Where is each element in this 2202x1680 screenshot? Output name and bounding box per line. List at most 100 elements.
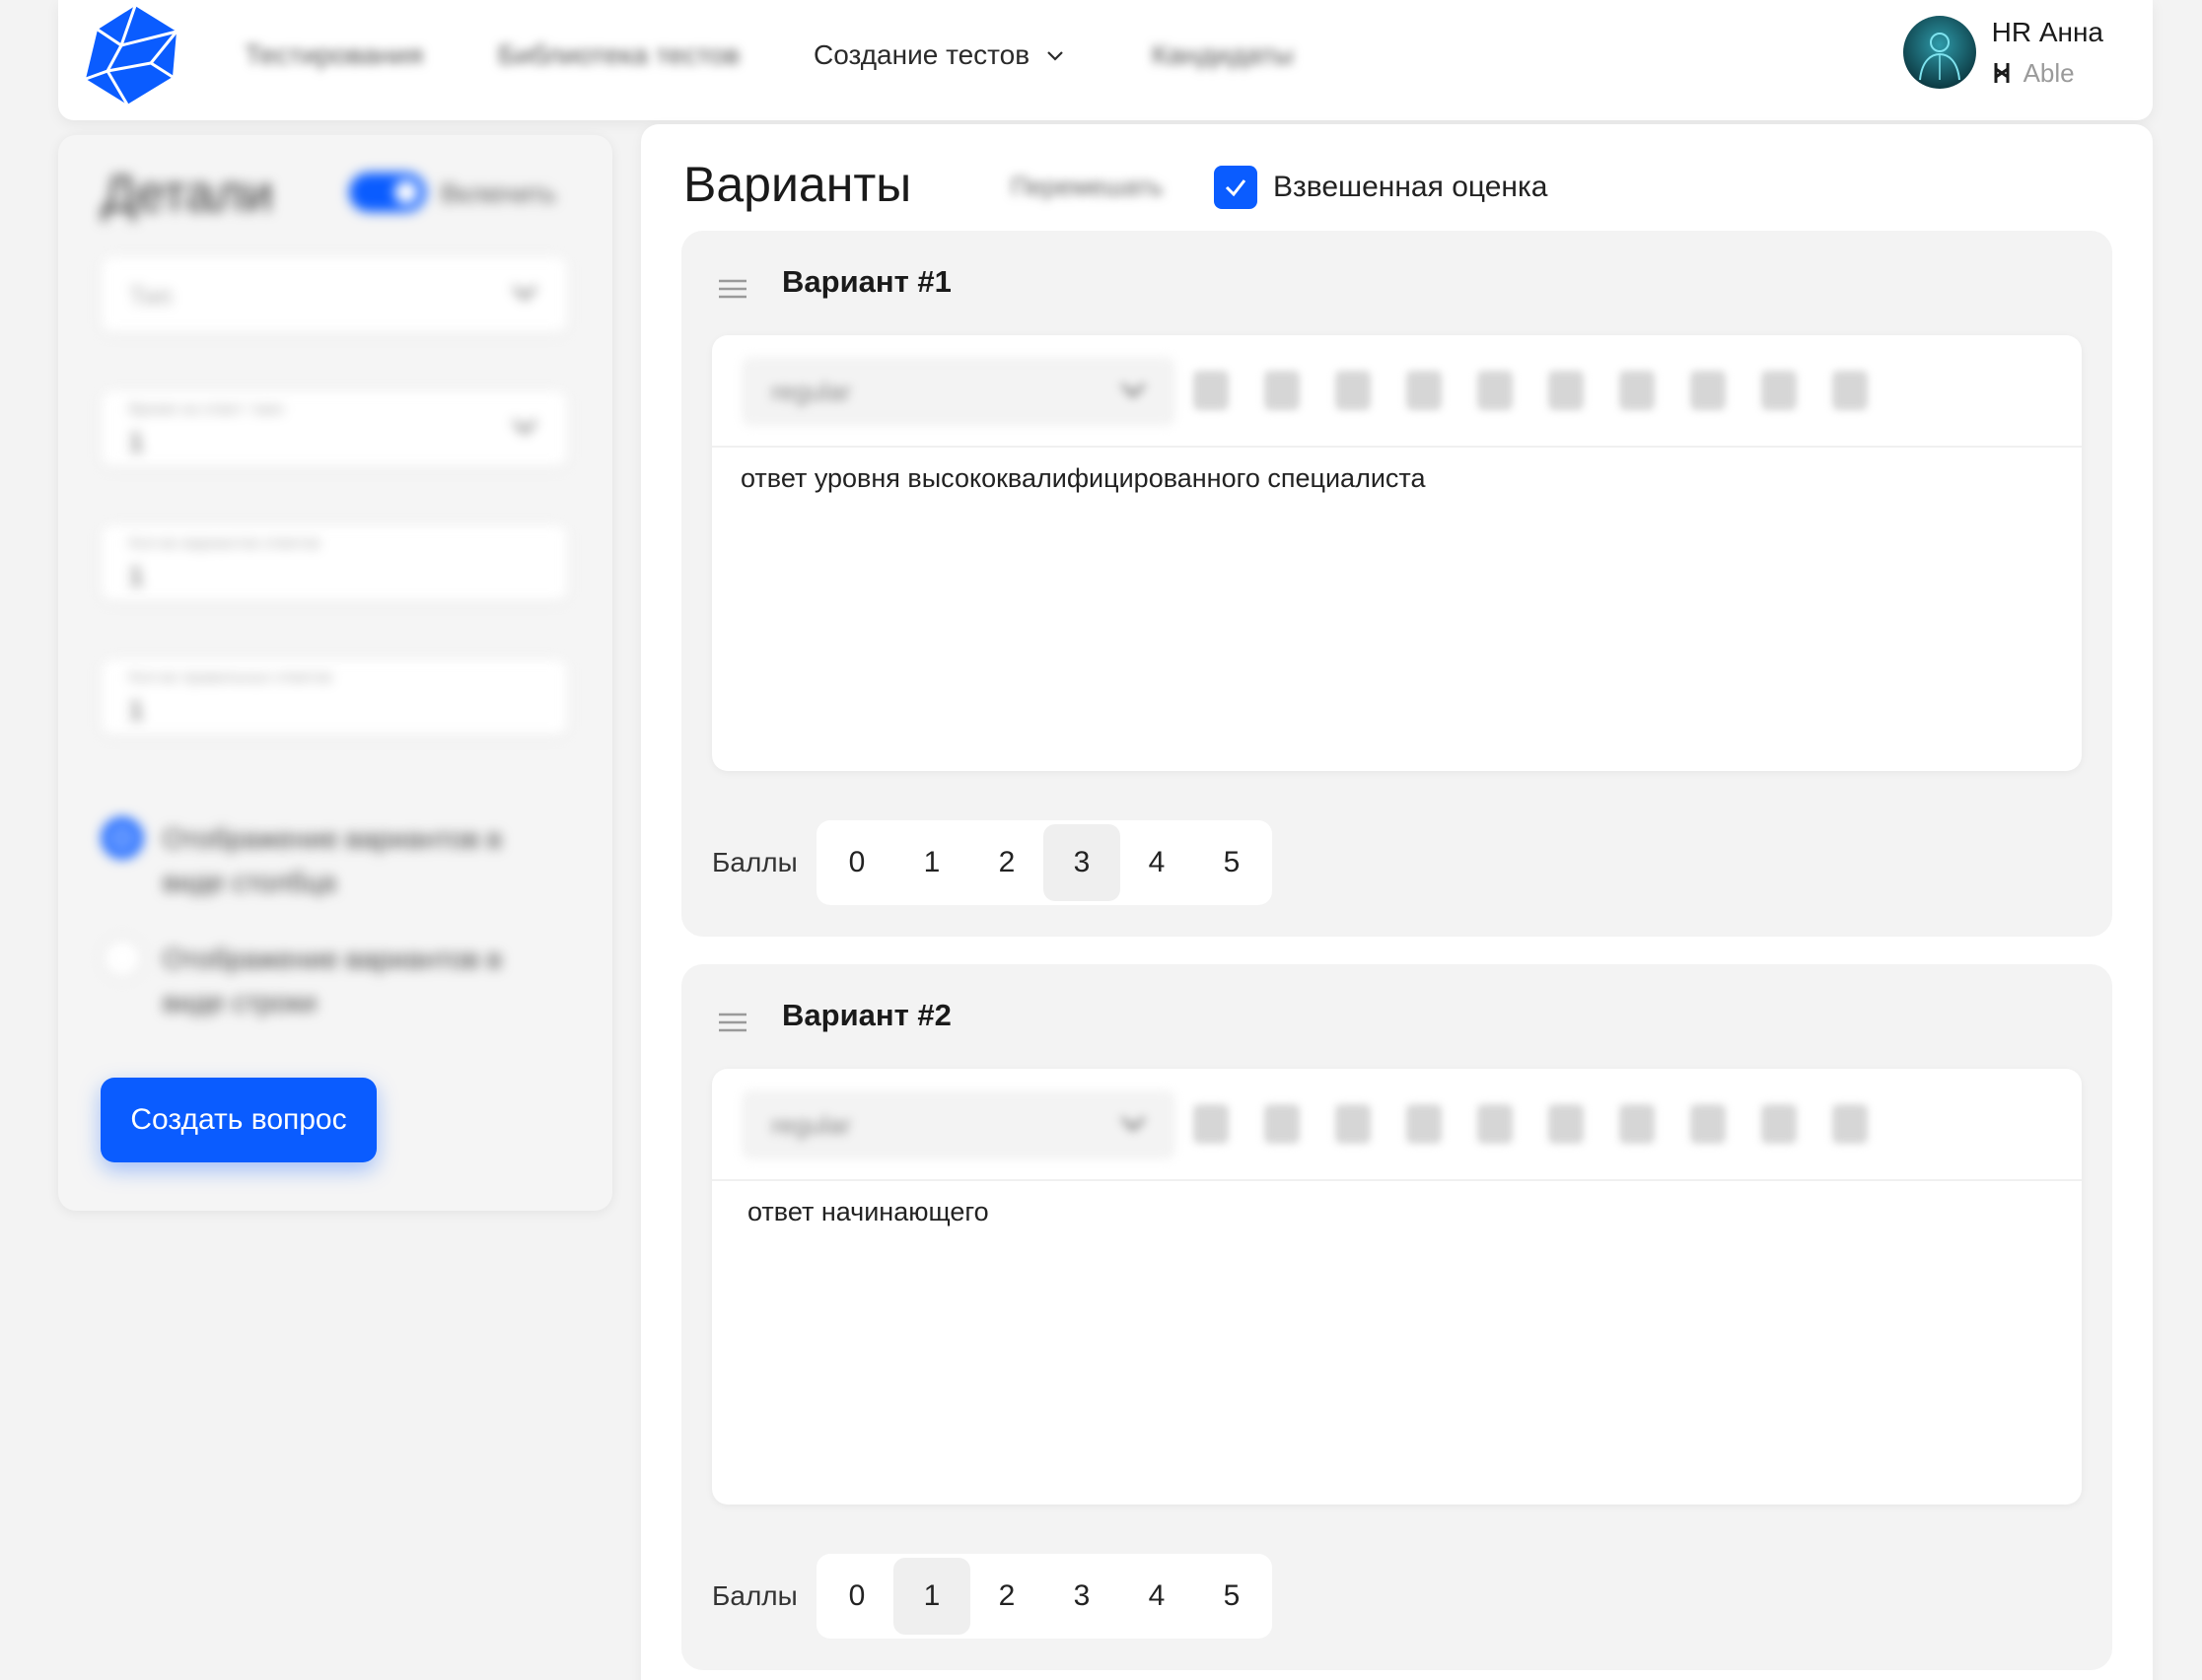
weighted-score-label: Взвешенная оценка xyxy=(1273,171,1548,203)
link-icon[interactable] xyxy=(1832,371,1868,410)
nav-candidates[interactable]: Кандидаты xyxy=(1152,39,1294,71)
score-option[interactable]: 5 xyxy=(1193,824,1270,901)
quote-icon[interactable] xyxy=(1690,371,1726,410)
chevron-down-icon xyxy=(1047,51,1063,61)
drag-handle-icon[interactable] xyxy=(717,278,748,300)
details-title: Детали xyxy=(102,166,273,223)
user-profile[interactable]: HR Анна Able xyxy=(1902,16,2103,89)
quote-icon[interactable] xyxy=(1690,1104,1726,1144)
variants-count-value: 1 xyxy=(129,561,144,591)
checkmark-icon xyxy=(1225,179,1246,197)
nav-test-library[interactable]: Библиотека тестов xyxy=(498,39,740,71)
editor-content[interactable]: ответ уровня высококвалифицированного сп… xyxy=(741,463,1426,494)
display-option-row[interactable]: Отображение вариантов в виде строки xyxy=(102,938,567,1024)
editor-toolbar: regular xyxy=(712,1069,2082,1181)
chevron-down-icon xyxy=(1120,1116,1146,1132)
code-icon[interactable] xyxy=(1477,371,1513,410)
italic-icon[interactable] xyxy=(1264,371,1300,410)
correct-count-field[interactable]: Кол-во правильных ответов 1 xyxy=(102,660,567,735)
nav-create-tests[interactable]: Создание тестов xyxy=(814,39,1067,71)
format-buttons xyxy=(1193,371,1868,410)
drag-handle-icon[interactable] xyxy=(717,1012,748,1033)
variants-count-field[interactable]: Кол-во вариантов ответов 1 xyxy=(102,525,567,600)
score-label: Баллы xyxy=(712,1580,798,1611)
rich-text-editor[interactable]: regular ответ уровня высококвалифицирова… xyxy=(712,335,2082,771)
image-icon[interactable] xyxy=(1761,1104,1797,1144)
score-option[interactable]: 0 xyxy=(818,824,895,901)
type-select-placeholder: Тип xyxy=(129,281,173,311)
variant-title: Вариант #1 xyxy=(782,264,952,299)
numbered-list-icon[interactable] xyxy=(1619,1104,1655,1144)
score-option[interactable]: 2 xyxy=(968,824,1045,901)
details-toggle[interactable] xyxy=(349,173,426,212)
display-option-column[interactable]: Отображение вариантов в виде столбца xyxy=(102,817,567,904)
user-name: HR Анна xyxy=(1991,16,2103,47)
score-option[interactable]: 0 xyxy=(818,1558,895,1635)
image-icon[interactable] xyxy=(1761,371,1797,410)
score-option[interactable]: 5 xyxy=(1193,1558,1270,1635)
avatar xyxy=(1902,16,1976,89)
italic-icon[interactable] xyxy=(1264,1104,1300,1144)
score-option-selected[interactable]: 3 xyxy=(1043,824,1120,901)
nav-create-tests-label: Создание тестов xyxy=(814,39,1030,70)
chevron-down-icon xyxy=(512,419,537,435)
numbered-list-icon[interactable] xyxy=(1619,371,1655,410)
create-question-button[interactable]: Создать вопрос xyxy=(101,1078,377,1162)
chevron-down-icon xyxy=(1120,383,1146,398)
score-option-selected[interactable]: 1 xyxy=(893,1558,970,1635)
type-select[interactable]: Тип xyxy=(102,257,567,332)
underline-icon[interactable] xyxy=(1335,1104,1371,1144)
correct-count-value: 1 xyxy=(129,695,144,725)
checkbox-checked[interactable] xyxy=(1214,166,1257,209)
score-selector: Баллы 0 1 2 3 4 5 xyxy=(712,820,1272,905)
app-logo-icon[interactable] xyxy=(78,2,182,108)
text-style-placeholder: regular xyxy=(771,377,851,406)
bold-icon[interactable] xyxy=(1193,371,1229,410)
text-style-select[interactable]: regular xyxy=(742,357,1175,426)
top-header: Тестирования Библиотека тестов Создание … xyxy=(58,0,2153,120)
radio-unselected[interactable] xyxy=(102,938,143,979)
bullet-list-icon[interactable] xyxy=(1548,371,1584,410)
display-option-row-label: Отображение вариантов в виде строки xyxy=(163,944,502,1017)
score-options: 0 1 2 3 4 5 xyxy=(817,820,1272,905)
variants-panel: Варианты Перемешать Взвешенная оценка Ва… xyxy=(641,124,2153,1680)
editor-toolbar: regular xyxy=(712,335,2082,448)
display-option-column-label: Отображение вариантов в виде столбца xyxy=(163,823,502,897)
variants-title: Варианты xyxy=(683,157,912,212)
score-option[interactable]: 4 xyxy=(1118,1558,1195,1635)
score-selector: Баллы 0 1 2 3 4 5 xyxy=(712,1554,1272,1639)
details-toggle-label: Включить xyxy=(441,178,556,208)
text-style-select[interactable]: regular xyxy=(742,1090,1175,1159)
shuffle-button[interactable]: Перемешать xyxy=(1011,172,1164,202)
chevron-down-icon xyxy=(512,285,537,301)
score-label: Баллы xyxy=(712,847,798,877)
strikethrough-icon[interactable] xyxy=(1406,1104,1442,1144)
answer-time-value: 1 xyxy=(129,427,144,456)
score-option[interactable]: 1 xyxy=(893,824,970,901)
score-option[interactable]: 3 xyxy=(1043,1558,1120,1635)
variant-card: Вариант #1 regular ответ уровня высококв… xyxy=(681,231,2112,937)
weighted-score-checkbox[interactable]: Взвешенная оценка xyxy=(1214,166,1547,209)
company-logo-icon xyxy=(1994,63,2010,83)
radio-selected[interactable] xyxy=(102,817,143,859)
bold-icon[interactable] xyxy=(1193,1104,1229,1144)
score-option[interactable]: 4 xyxy=(1118,824,1195,901)
nav-testing[interactable]: Тестирования xyxy=(245,39,423,71)
details-panel: Детали Включить Тип Время на ответ / мин… xyxy=(58,135,612,1211)
text-style-placeholder: regular xyxy=(771,1110,851,1140)
user-company: Able xyxy=(2023,57,2075,88)
bullet-list-icon[interactable] xyxy=(1548,1104,1584,1144)
user-avatar-icon xyxy=(1918,33,1960,81)
underline-icon[interactable] xyxy=(1335,371,1371,410)
answer-time-caption: Время на ответ / мин xyxy=(129,401,284,418)
answer-time-select[interactable]: Время на ответ / мин 1 xyxy=(102,391,567,466)
variants-count-caption: Кол-во вариантов ответов xyxy=(129,535,320,552)
link-icon[interactable] xyxy=(1832,1104,1868,1144)
code-icon[interactable] xyxy=(1477,1104,1513,1144)
score-option[interactable]: 2 xyxy=(968,1558,1045,1635)
strikethrough-icon[interactable] xyxy=(1406,371,1442,410)
rich-text-editor[interactable]: regular ответ начинающего xyxy=(712,1069,2082,1505)
variant-card: Вариант #2 regular ответ начинающего Бал… xyxy=(681,964,2112,1670)
score-options: 0 1 2 3 4 5 xyxy=(817,1554,1272,1639)
editor-content[interactable]: ответ начинающего xyxy=(747,1197,989,1227)
